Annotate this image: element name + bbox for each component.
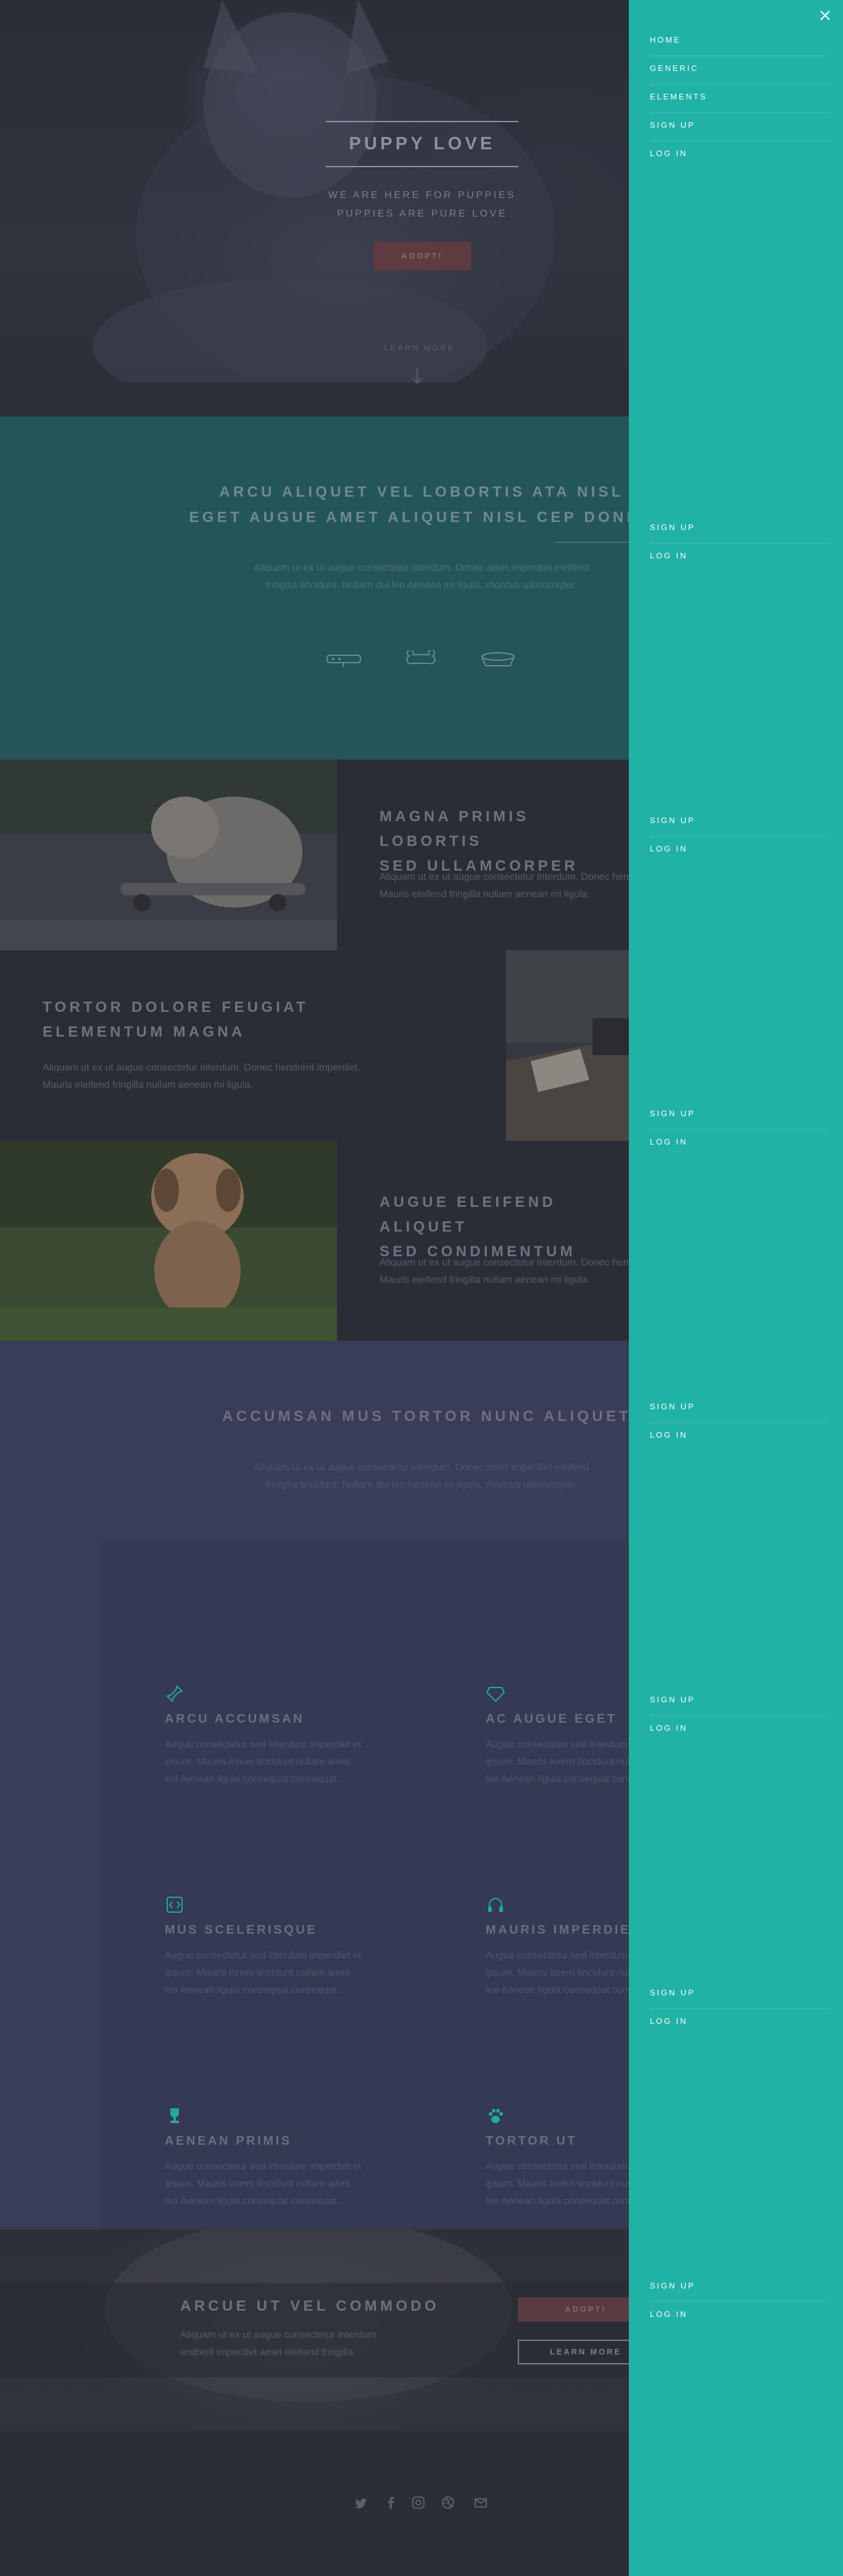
spotlight-heading: TORTOR DOLORE FEUGIAT ELEMENTUM MAGNA [43,995,388,1045]
spotlight-heading: AUGUE ELEIFEND ALIQUET SED CONDIMENTUM [380,1190,639,1264]
spotlight-text: Aliquam ut ex ut augue consectetur inter… [43,1059,475,1094]
banner-subtitle: WE ARE HERE FOR PUPPIES PUPPIES ARE PURE… [296,186,548,223]
intro-text-line: Aliquam ut ex ut augue consectetur inter… [254,563,589,573]
menu-item-sign-up[interactable]: SIGN UP [650,1688,829,1716]
dog-bowl-icon [481,652,515,666]
diamond-icon [486,1687,505,1702]
feature-item: AENEAN PRIMIS Augue consectetur sed inte… [165,2106,368,2210]
spotlight-heading-line: ELEMENTUM MAGNA [43,1024,246,1040]
menu-item-generic[interactable]: GENERIC [650,57,829,85]
spotlight: TORTOR DOLORE FEUGIAT ELEMENTUM MAGNA Al… [0,950,629,1141]
spotlight-text-line: Mauris eleifend fringilla nullam aenean … [43,1080,253,1090]
features-heading: ACCUMSAN MUS TORTOR NUNC ALIQUET [222,1408,632,1425]
feature-item: ARCU ACCUMSAN Augue consectetur sed inte… [165,1684,368,1788]
facebook-icon[interactable] [383,2495,398,2510]
side-menu: HOME GENERIC ELEMENTS SIGN UP LOG IN SIG… [629,0,843,2576]
cta-text-line: endrerit imperdiet amet eleifend fringil… [180,2347,356,2358]
features-panel: ARCU ACCUMSAN Augue consectetur sed inte… [100,1541,682,2273]
banner-subtitle-line: WE ARE HERE FOR PUPPIES [328,190,517,201]
banner-subtitle-line: PUPPIES ARE PURE LOVE [337,209,507,219]
spotlight-text-line: Aliquam ut ex ut augue consectetur inter… [43,1062,360,1073]
intro-text: Aliquam ut ex ut augue consectetur inter… [143,560,700,594]
paw-icon [489,2109,503,2123]
trophy-icon [170,2108,179,2123]
menu-item-log-in[interactable]: LOG IN [650,1130,829,1158]
footer [0,2431,629,2576]
intro-text-line: fringilla tincidunt. Nullam dui leo Aene… [265,580,578,590]
pin-icon [166,1685,183,1702]
spotlight-heading-line: AUGUE ELEIFEND ALIQUET [380,1194,556,1235]
spotlight: AUGUE ELEIFEND ALIQUET SED CONDIMENTUM A… [0,1141,629,1341]
menu-item-sign-up[interactable]: SIGN UP [650,114,829,141]
intro-heading-line: EGET AUGUE AMET ALIQUET NISL CEP DONEC [189,509,654,526]
menu-item-sign-up[interactable]: SIGN UP [650,1395,829,1423]
close-icon[interactable] [818,9,832,22]
menu-item-log-in[interactable]: LOG IN [650,837,829,865]
features-section: ACCUMSAN MUS TORTOR NUNC ALIQUET Aliquam… [0,1341,682,2273]
menu-item-elements[interactable]: ELEMENTS [650,85,829,113]
code-icon [167,1897,183,1913]
leash-icon [326,655,361,667]
menu-item-home[interactable]: HOME [650,28,829,56]
puppy-on-grass-photo [0,1141,337,1341]
feature-title: ARCU ACCUMSAN [165,1712,305,1726]
book-on-table-photo [506,950,629,1141]
menu-item-sign-up[interactable]: SIGN UP [650,516,829,544]
feature-text: Augue consectetur sed interdum imperdiet… [165,2161,362,2206]
spotlight-text-line: Mauris eleifend fringilla nullam aenean … [380,889,590,900]
menu-item-sign-up[interactable]: SIGN UP [650,1102,829,1130]
feature-text: Augue consectetur sed interdum imperdiet… [165,1739,362,1784]
intro-heading: ARCU ALIQUET VEL LOBORTIS ATA NISL EGET … [164,479,679,530]
cta-section: ARCUE UT VEL COMMODO Aliquam ut ex ut au… [0,2229,629,2431]
intro-section: ARCU ALIQUET VEL LOBORTIS ATA NISL EGET … [0,416,679,760]
menu-item-log-in[interactable]: LOG IN [650,2303,829,2330]
features-text-line: Aliquam ut ex ut augue consectetur inter… [254,1462,589,1473]
cta-text: Aliquam ut ex ut augue consectetur inter… [180,2327,452,2361]
spotlight-text-line: Aliquam ut ex ut augue consectetur inter… [380,872,629,882]
spotlight-text: Aliquam ut ex ut augue consectetur inter… [380,1254,629,1289]
menu-item-log-in[interactable]: LOG IN [650,1423,829,1451]
learn-more-link[interactable]: LEARN MORE [358,343,481,352]
spotlight-heading-line: MAGNA PRIMIS LOBORTIS [380,808,529,850]
menu-item-sign-up[interactable]: SIGN UP [650,2274,829,2302]
cta-text-line: Aliquam ut ex ut augue consectetur inter… [180,2330,376,2340]
instagram-icon[interactable] [411,2495,426,2510]
feature-title: MUS SCELERISQUE [165,1923,318,1937]
menu-item-log-in[interactable]: LOG IN [650,544,829,572]
feature-title: AENEAN PRIMIS [165,2134,292,2148]
adopt-button[interactable]: ADOPT! [518,2297,629,2322]
feature-text: Augue consectetur sed interdum imperdiet… [165,1950,362,1995]
feature-item: MUS SCELERISQUE Augue consectetur sed in… [165,1895,368,1999]
bone-icon [406,650,436,665]
menu-item-log-in[interactable]: LOG IN [650,1717,829,1744]
spotlight-heading: MAGNA PRIMIS LOBORTIS SED ULLAMCORPER [380,805,639,879]
spotlight: MAGNA PRIMIS LOBORTIS SED ULLAMCORPER Al… [0,760,629,950]
features-text: Aliquam ut ex ut augue consectetur inter… [143,1459,700,1494]
menu-item-sign-up[interactable]: SIGN UP [650,809,829,837]
menu-item-log-in[interactable]: LOG IN [650,2010,829,2037]
email-icon[interactable] [473,2495,488,2510]
bulldog-skateboard-photo [0,760,337,950]
arrow-down-icon[interactable] [411,365,423,386]
learn-more-button[interactable]: LEARN MORE [518,2340,629,2364]
menu-item-sign-up[interactable]: SIGN UP [650,1981,829,2009]
banner-title: PUPPY LOVE [326,121,518,167]
twitter-icon[interactable] [354,2495,368,2510]
spotlight-text-line: Mauris eleifend fringilla nullam aenean … [380,1275,590,1285]
adopt-button[interactable]: ADOPT! [373,242,471,270]
menu-item-log-in[interactable]: LOG IN [650,142,829,170]
dribbble-icon[interactable] [441,2495,455,2510]
intro-heading-line: ARCU ALIQUET VEL LOBORTIS ATA NISL [219,484,624,500]
spotlight-text: Aliquam ut ex ut augue consectetur inter… [380,869,629,903]
features-text-line: fringilla tincidunt. Nullam dui leo Aene… [265,1480,578,1490]
spotlight-heading-line: TORTOR DOLORE FEUGIAT [43,999,309,1016]
spotlight-text-line: Aliquam ut ex ut augue consectetur inter… [380,1257,629,1268]
banner: PUPPY LOVE WE ARE HERE FOR PUPPIES PUPPI… [0,0,629,416]
headphones-icon [488,1898,503,1912]
cta-heading: ARCUE UT VEL COMMODO [180,2298,439,2314]
